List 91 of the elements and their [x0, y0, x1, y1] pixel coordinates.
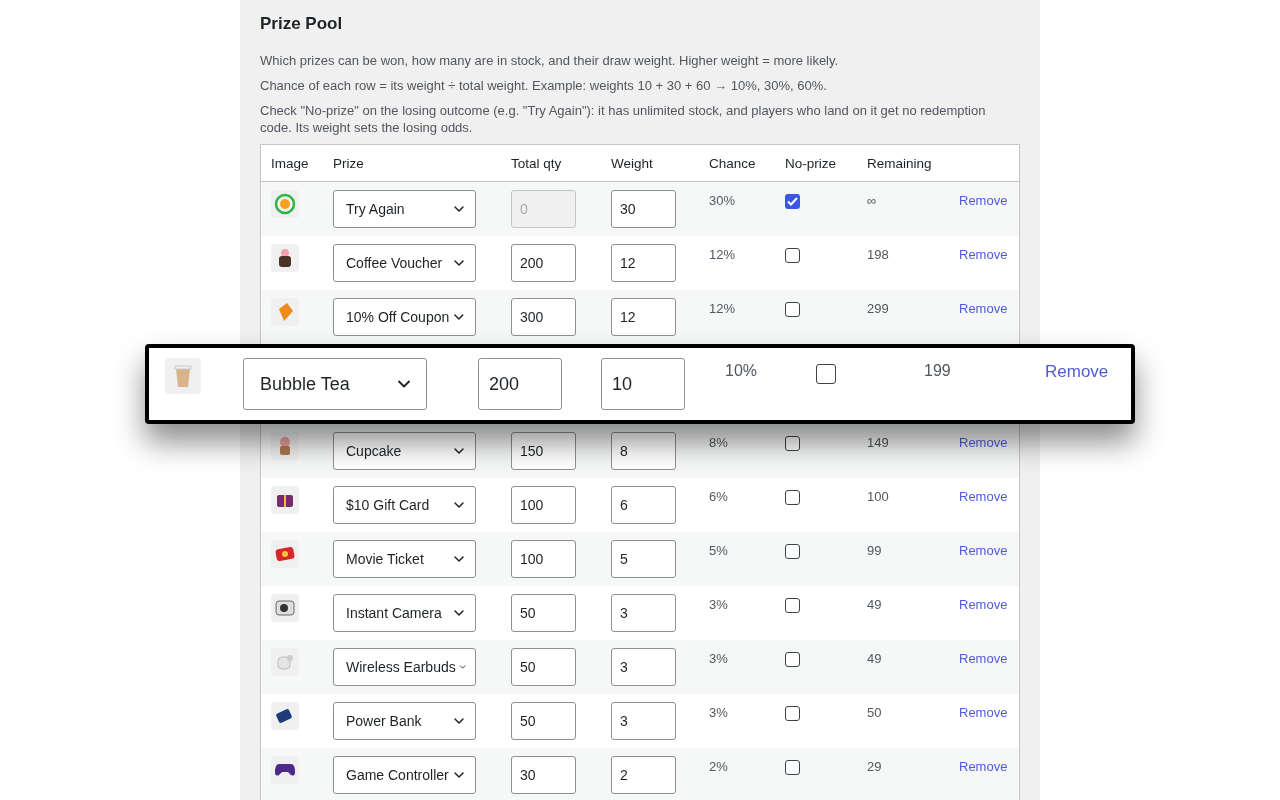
prize-select[interactable]: $10 Gift Card — [333, 486, 476, 524]
prize-select[interactable]: Bubble Tea — [243, 358, 427, 410]
weight-input[interactable]: 3 — [611, 702, 676, 740]
description-text: Which prizes can be won, how many are in stock, and their draw weight. Higher weight = more likely. — [260, 52, 840, 69]
prize-select[interactable]: Game Controller — [333, 756, 476, 794]
chance-text: 6% — [709, 488, 728, 504]
no-prize-checkbox[interactable] — [785, 544, 800, 559]
chance-text: 2% — [709, 758, 728, 774]
column-header: Weight — [611, 155, 654, 171]
remaining-text: 100 — [867, 488, 889, 504]
chance-text: 10% — [725, 361, 758, 380]
total-qty-input[interactable]: 30 — [511, 756, 576, 794]
weight-input[interactable]: 12 — [611, 298, 676, 336]
no-prize-checkbox[interactable] — [785, 760, 800, 775]
cupcake-icon — [276, 247, 294, 269]
chance-text: 12% — [709, 300, 736, 316]
total-qty-input[interactable]: 50 — [511, 702, 576, 740]
remove-link[interactable]: Remove — [959, 298, 1008, 316]
total-qty-input[interactable]: 200 — [478, 358, 562, 410]
remove-link[interactable]: Remove — [959, 756, 1008, 774]
no-prize-checkbox[interactable] — [785, 652, 800, 667]
prize-select[interactable]: 10% Off Coupon — [333, 298, 476, 336]
prize-select[interactable]: Instant Camera — [333, 594, 476, 632]
remove-link[interactable]: Remove — [959, 648, 1008, 666]
remove-link[interactable]: Remove — [959, 244, 1008, 262]
section-title: Prize Pool — [260, 14, 344, 34]
column-header: Image — [271, 155, 310, 171]
chance-text: 3% — [709, 650, 728, 666]
chance-text: 5% — [709, 542, 728, 558]
weight-input[interactable]: 12 — [611, 244, 676, 282]
remove-link[interactable]: Remove — [959, 190, 1008, 208]
chance-text: 8% — [709, 434, 728, 450]
prize-select[interactable]: Power Bank — [333, 702, 476, 740]
prize-select[interactable]: Movie Ticket — [333, 540, 476, 578]
prize-select[interactable]: Coffee Voucher — [333, 244, 476, 282]
remaining-text: 50 — [867, 704, 882, 720]
column-header: No-prize — [785, 155, 837, 171]
prize-select[interactable]: Cupcake — [333, 432, 476, 470]
chance-text: 12% — [709, 246, 736, 262]
cup-icon — [173, 363, 193, 389]
no-prize-checkbox[interactable] — [785, 436, 800, 451]
total-qty-input[interactable]: 300 — [511, 298, 576, 336]
remove-link[interactable]: Remove — [959, 432, 1008, 450]
description-text: Check "No-prize" on the losing outcome (e.g. "Try Again"): it has unlimited stock, and players who land on it get no redemption code. Its weight sets the losing odds. — [260, 102, 987, 136]
no-prize-checkbox[interactable] — [785, 706, 800, 721]
column-header: Prize — [333, 155, 365, 171]
ticket-icon — [274, 545, 296, 563]
gamepad-icon — [274, 762, 296, 778]
remaining-text: 149 — [867, 434, 889, 450]
weight-input[interactable]: 10 — [601, 358, 685, 410]
remaining-text: ∞ — [867, 192, 877, 208]
no-prize-checkbox[interactable] — [785, 194, 800, 209]
no-prize-checkbox[interactable] — [785, 490, 800, 505]
weight-input[interactable]: 3 — [611, 648, 676, 686]
prize-select[interactable]: Wireless Earbuds — [333, 648, 476, 686]
remove-link[interactable]: Remove — [1045, 358, 1109, 382]
total-qty-input[interactable]: 100 — [511, 486, 576, 524]
total-qty-input[interactable]: 200 — [511, 244, 576, 282]
total-qty-input[interactable]: 100 — [511, 540, 576, 578]
no-prize-checkbox[interactable] — [816, 364, 836, 384]
weight-input[interactable]: 3 — [611, 594, 676, 632]
remaining-text: 29 — [867, 758, 882, 774]
description-text: Chance of each row = its weight ÷ total weight. Example: weights 10 + 30 + 60 → 10%, 30%, 60%. — [260, 77, 828, 94]
total-qty-input[interactable]: 50 — [511, 594, 576, 632]
no-prize-checkbox[interactable] — [785, 598, 800, 613]
remaining-text: 49 — [867, 650, 882, 666]
chance-text: 30% — [709, 192, 736, 208]
remove-link[interactable]: Remove — [959, 594, 1008, 612]
total-qty-input[interactable]: 50 — [511, 648, 576, 686]
remaining-text: 299 — [867, 300, 889, 316]
weight-input[interactable]: 6 — [611, 486, 676, 524]
chance-text: 3% — [709, 596, 728, 612]
remaining-text: 198 — [867, 246, 889, 262]
chance-text: 3% — [709, 704, 728, 720]
column-header: Remaining — [867, 155, 933, 171]
weight-input[interactable]: 8 — [611, 432, 676, 470]
remove-link[interactable]: Remove — [959, 540, 1008, 558]
weight-input[interactable]: 2 — [611, 756, 676, 794]
column-header: Chance — [709, 155, 757, 171]
no-prize-checkbox[interactable] — [785, 302, 800, 317]
remaining-text: 99 — [867, 542, 882, 558]
remove-link[interactable]: Remove — [959, 486, 1008, 504]
no-prize-checkbox[interactable] — [785, 248, 800, 263]
remove-link[interactable]: Remove — [959, 702, 1008, 720]
total-qty-input[interactable]: 150 — [511, 432, 576, 470]
remaining-text: 49 — [867, 596, 882, 612]
weight-input[interactable]: 5 — [611, 540, 676, 578]
column-header: Total qty — [511, 155, 563, 171]
prize-select[interactable]: Try Again — [333, 190, 476, 228]
remaining-text: 199 — [924, 361, 951, 380]
weight-input[interactable]: 30 — [611, 190, 676, 228]
